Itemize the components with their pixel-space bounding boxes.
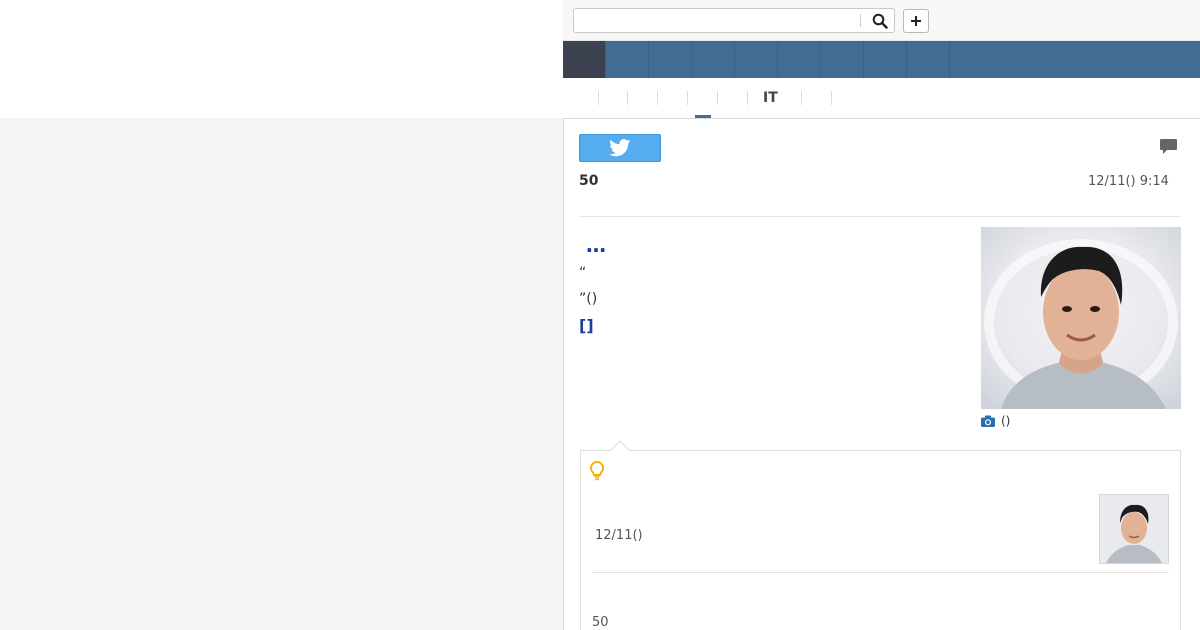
tweet-button[interactable] — [579, 134, 661, 162]
nav-item-9[interactable] — [907, 41, 950, 78]
portrait-image — [981, 227, 1181, 409]
subnav-divider — [657, 91, 658, 105]
comment-button[interactable] — [1159, 138, 1178, 159]
related-thumbnail[interactable] — [1099, 494, 1169, 564]
article-photo[interactable] — [981, 227, 1181, 409]
plus-icon — [911, 16, 921, 26]
search-icon — [872, 13, 888, 29]
related-box — [580, 450, 1181, 630]
quote-open: “ — [579, 265, 587, 281]
main-nav — [563, 41, 1200, 78]
search-box — [573, 8, 895, 33]
search-divider — [860, 14, 861, 27]
divider — [579, 216, 1181, 217]
subnav-divider — [687, 91, 688, 105]
camera-icon — [981, 415, 995, 427]
article-count: 50 — [579, 173, 599, 189]
nav-item-home[interactable] — [563, 41, 606, 78]
search-button[interactable] — [866, 9, 894, 32]
subnav-divider — [747, 91, 748, 105]
subnav-divider — [831, 91, 832, 105]
photo-caption[interactable]: () — [981, 414, 1010, 428]
nav-item-6[interactable] — [778, 41, 821, 78]
subnav-item-it[interactable]: IT — [763, 90, 778, 106]
related-date: 12/11() — [595, 528, 643, 543]
article-headline[interactable]: … — [586, 233, 606, 257]
category-subnav — [563, 78, 1200, 118]
portrait-thumbnail — [1100, 495, 1168, 563]
quote-close: ”() — [579, 291, 598, 307]
nav-item-5[interactable] — [735, 41, 778, 78]
nav-item-8[interactable] — [864, 41, 907, 78]
source-link[interactable]: [] — [579, 316, 594, 335]
nav-item-3[interactable] — [649, 41, 692, 78]
comment-icon — [1160, 139, 1177, 154]
subnav-divider — [627, 91, 628, 105]
lightbulb-icon — [589, 460, 605, 481]
divider — [592, 572, 1169, 573]
related-count: 50 — [592, 615, 609, 630]
left-background — [0, 118, 563, 630]
subnav-divider — [598, 91, 599, 105]
subnav-divider — [717, 91, 718, 105]
photo-caption-text: () — [1001, 414, 1011, 428]
subnav-divider — [801, 91, 802, 105]
nav-item-7[interactable] — [821, 41, 864, 78]
add-button[interactable] — [903, 9, 929, 33]
lightbulb-badge — [589, 460, 605, 485]
related-box-pointer — [610, 440, 630, 451]
article-date: 12/11() 9:14 — [1088, 174, 1169, 189]
search-input[interactable] — [578, 11, 856, 30]
nav-item-2[interactable] — [606, 41, 649, 78]
top-search-bar — [563, 0, 1200, 41]
nav-item-4[interactable] — [692, 41, 735, 78]
twitter-bird-icon — [609, 139, 631, 157]
